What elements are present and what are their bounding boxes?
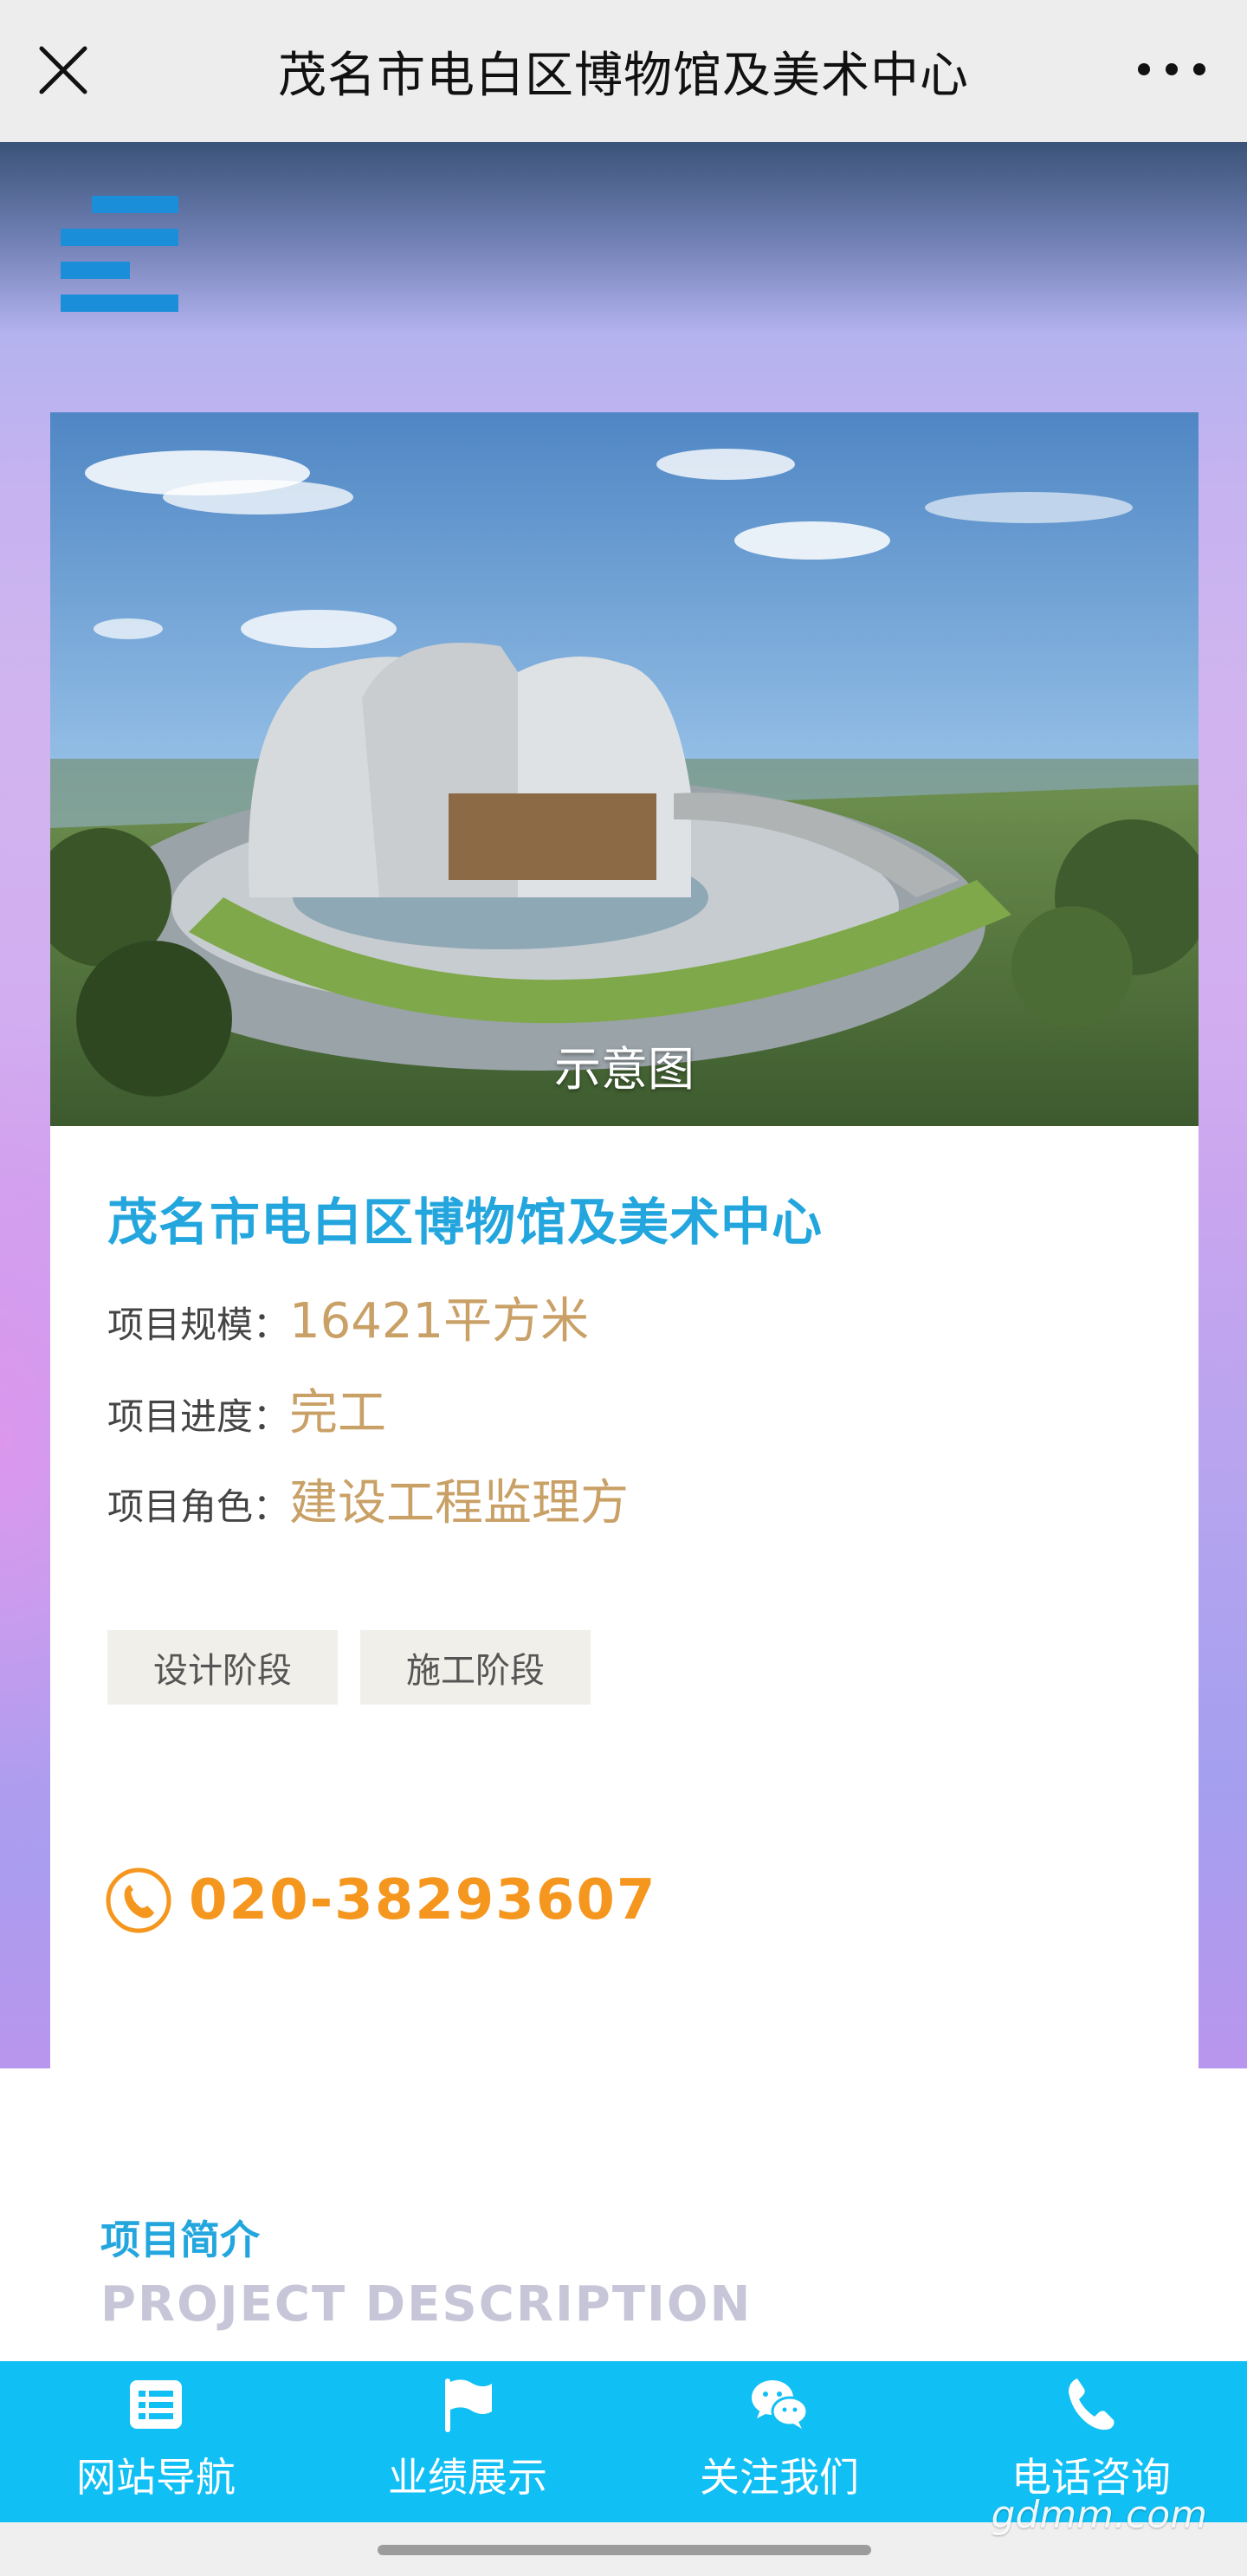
project-title: 茂名市电白区博物馆及美术中心 — [107, 1193, 824, 1252]
tab-site-navigation[interactable]: 网站导航 — [0, 2361, 312, 2522]
top-navbar: 茂名市电白区博物馆及美术中心 — [0, 0, 1247, 142]
info-label: 项目规模： — [107, 1304, 290, 1346]
info-value: 完工 — [289, 1385, 387, 1441]
phone-number[interactable]: 020-38293607 — [189, 1868, 656, 1932]
menu-icon[interactable] — [61, 196, 178, 312]
tag-construction-stage[interactable]: 施工阶段 — [360, 1630, 591, 1705]
wechat-icon — [752, 2380, 809, 2429]
project-render-image: 示意图 — [50, 412, 1199, 1126]
tab-follow-us[interactable]: 关注我们 — [624, 2361, 935, 2522]
stage-tags: 设计阶段 施工阶段 — [107, 1630, 591, 1705]
info-value: 建设工程监理方 — [289, 1475, 630, 1531]
home-indicator — [378, 2545, 871, 2555]
section-title-en: PROJECT DESCRIPTION — [100, 2276, 753, 2333]
image-caption: 示意图 — [554, 1042, 695, 1097]
tab-performance[interactable]: 业绩展示 — [312, 2361, 624, 2522]
info-row-progress: 项目进度： 完工 — [107, 1374, 386, 1444]
flag-icon — [445, 2379, 492, 2432]
close-icon[interactable] — [36, 43, 90, 97]
tab-label: 关注我们 — [700, 2454, 859, 2501]
more-dots-icon[interactable] — [1138, 54, 1205, 85]
info-label: 项目角色： — [107, 1485, 290, 1528]
tag-design-stage[interactable]: 设计阶段 — [107, 1630, 338, 1705]
info-value: 16421平方米 — [289, 1293, 590, 1349]
phone-contact[interactable]: 020-38293607 — [104, 1866, 656, 1935]
phone-icon — [1069, 2379, 1115, 2430]
tab-label: 业绩展示 — [388, 2454, 547, 2501]
list-icon — [130, 2380, 182, 2429]
section-title-cn: 项目简介 — [100, 2217, 260, 2263]
watermark: gdmm.com — [991, 2493, 1207, 2537]
info-label: 项目进度： — [107, 1395, 290, 1438]
info-row-scale: 项目规模： 16421平方米 — [107, 1282, 589, 1352]
project-card: 示意图 茂名市电白区博物馆及美术中心 项目规模： 16421平方米 项目进度： … — [50, 412, 1199, 2068]
info-row-role: 项目角色： 建设工程监理方 — [107, 1464, 629, 1534]
phone-circle-icon — [106, 1867, 171, 1933]
page-title: 茂名市电白区博物馆及美术中心 — [278, 47, 969, 104]
tab-label: 网站导航 — [76, 2454, 236, 2501]
